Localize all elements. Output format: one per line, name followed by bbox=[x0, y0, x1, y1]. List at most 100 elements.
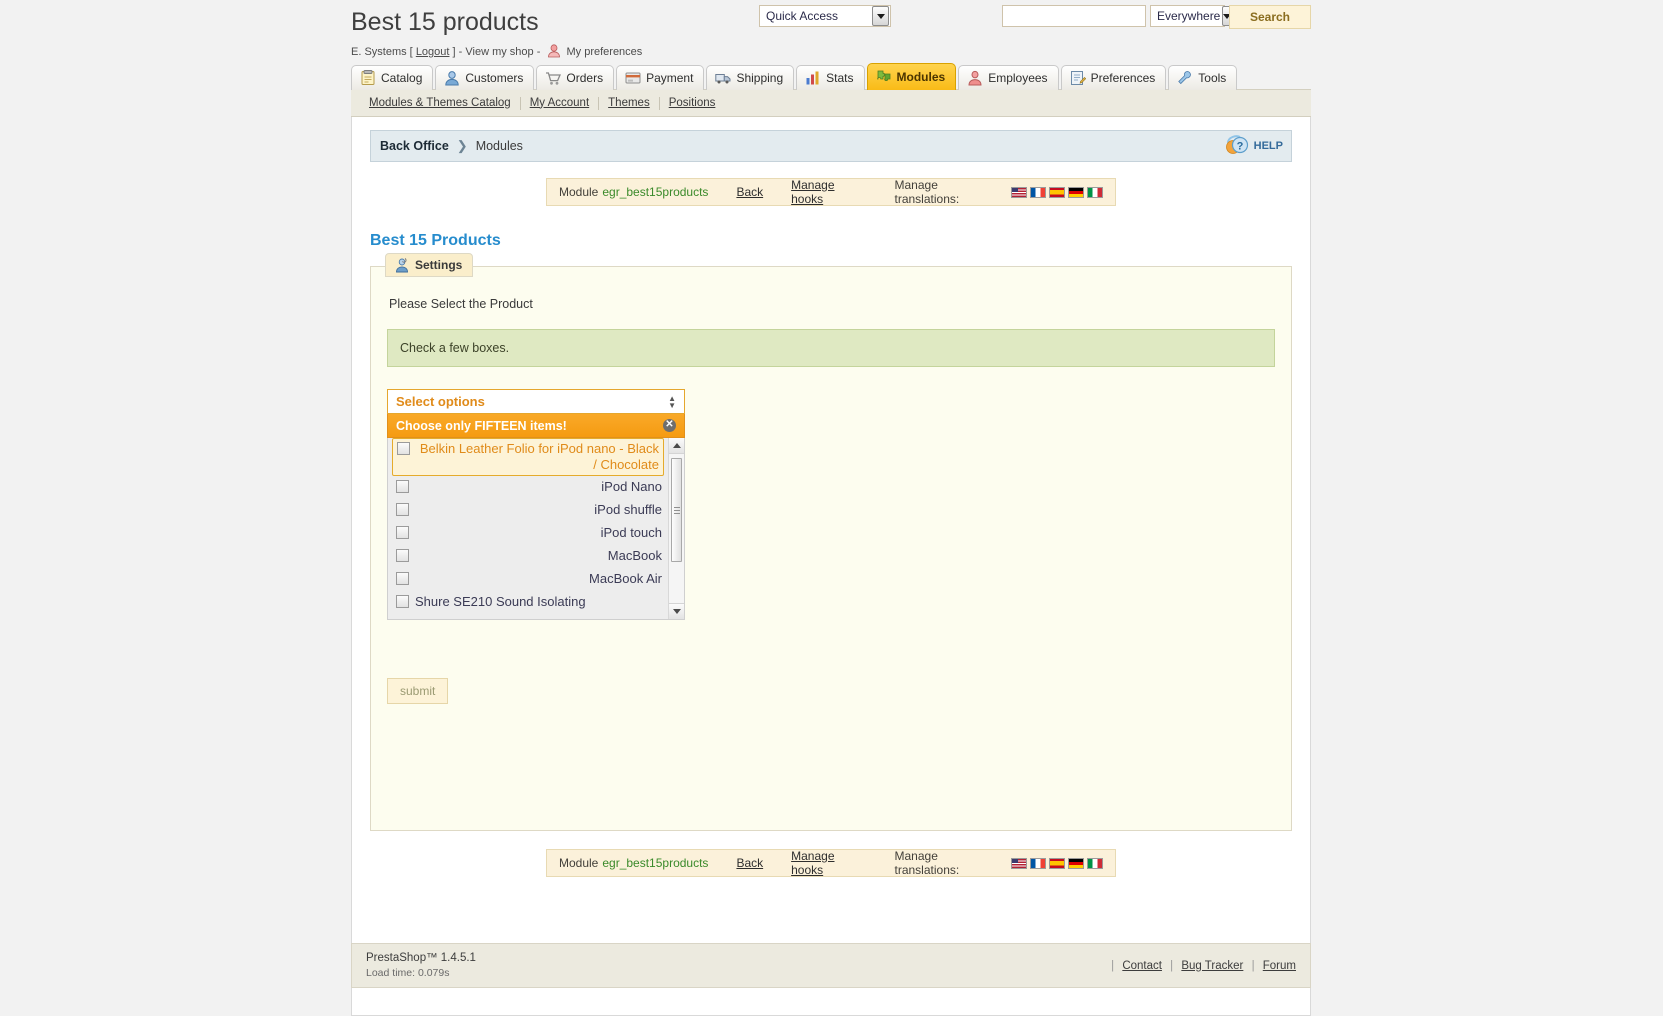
submenu-item-my-account[interactable]: My Account bbox=[521, 97, 599, 110]
breadcrumb-separator-icon: ❯ bbox=[457, 138, 468, 154]
search-button[interactable]: Search bbox=[1229, 5, 1311, 29]
flag-de-icon[interactable] bbox=[1068, 187, 1084, 198]
quick-access-wrapper: Quick Access bbox=[759, 5, 891, 27]
checkbox[interactable] bbox=[396, 503, 409, 516]
tools-icon bbox=[1177, 70, 1193, 86]
breadcrumb-root[interactable]: Back Office bbox=[380, 139, 449, 153]
my-preferences-link[interactable]: My preferences bbox=[566, 46, 642, 58]
checkbox[interactable] bbox=[396, 595, 409, 608]
page-footer: PrestaShop™ 1.4.5.1 Load time: 0.079s | … bbox=[351, 943, 1311, 988]
module-bar-bottom: Module egr_best15products Back Manage ho… bbox=[546, 849, 1116, 877]
scrollbar-track[interactable] bbox=[669, 454, 685, 603]
load-time: Load time: 0.079s bbox=[366, 966, 476, 981]
checkbox[interactable] bbox=[396, 549, 409, 562]
checkbox[interactable] bbox=[396, 572, 409, 585]
list-item[interactable]: iPod shuffle bbox=[388, 499, 668, 522]
scroll-down-button[interactable] bbox=[669, 603, 685, 619]
chevron-down-icon[interactable] bbox=[872, 6, 889, 26]
employees-icon bbox=[967, 70, 983, 86]
stats-icon bbox=[805, 70, 821, 86]
prestashop-version: PrestaShop™ 1.4.5.1 bbox=[366, 951, 476, 966]
flag-us-icon[interactable] bbox=[1011, 187, 1027, 198]
notice-message: Check a few boxes. bbox=[387, 329, 1275, 367]
manage-hooks-link[interactable]: Manage hooks bbox=[791, 178, 868, 206]
tab-shipping[interactable]: Shipping bbox=[706, 65, 794, 90]
quick-access-label: Quick Access bbox=[766, 9, 846, 23]
search-scope-label: Everywhere bbox=[1157, 9, 1222, 23]
tab-label: Modules bbox=[897, 70, 946, 84]
settings-fieldset: Settings Please Select the Product Check… bbox=[370, 266, 1292, 831]
flag-es-icon[interactable] bbox=[1049, 187, 1065, 198]
search-scope-select[interactable]: Everywhere bbox=[1150, 5, 1225, 27]
submenu-item-modules-themes-catalog[interactable]: Modules & Themes Catalog bbox=[360, 97, 521, 110]
list-item[interactable]: iPod Nano bbox=[388, 476, 668, 499]
flag-it-icon[interactable] bbox=[1087, 187, 1103, 198]
checkbox[interactable] bbox=[397, 442, 410, 455]
tab-orders[interactable]: Orders bbox=[536, 65, 614, 90]
main-tab-bar: Catalog Customers Orders Payment Shippin… bbox=[351, 62, 1239, 90]
scroll-up-button[interactable] bbox=[669, 438, 685, 454]
flag-es-icon[interactable] bbox=[1049, 858, 1065, 869]
multiselect-toggle[interactable]: Select options ▲ ▼ bbox=[387, 389, 685, 414]
submenu-item-themes[interactable]: Themes bbox=[599, 97, 660, 110]
submit-button[interactable]: submit bbox=[387, 678, 448, 704]
checkbox[interactable] bbox=[396, 480, 409, 493]
tab-stats[interactable]: Stats bbox=[796, 65, 864, 90]
flag-it-icon[interactable] bbox=[1087, 858, 1103, 869]
flag-fr-icon[interactable] bbox=[1030, 187, 1046, 198]
help-icon: ? bbox=[1225, 134, 1249, 159]
contact-link[interactable]: Contact bbox=[1122, 960, 1162, 972]
list-scrollbar[interactable] bbox=[668, 438, 684, 619]
tab-customers[interactable]: Customers bbox=[435, 65, 534, 90]
orders-icon bbox=[545, 70, 561, 86]
close-icon[interactable]: ✕ bbox=[663, 419, 676, 432]
search-wrapper: Everywhere Search bbox=[1002, 5, 1311, 29]
field-label: Please Select the Product bbox=[389, 297, 1275, 311]
user-name: E. Systems [ bbox=[351, 46, 413, 58]
footer-separator: | bbox=[1252, 960, 1255, 972]
tab-label: Customers bbox=[465, 71, 523, 85]
back-link[interactable]: Back bbox=[736, 856, 763, 870]
tab-tools[interactable]: Tools bbox=[1168, 65, 1237, 90]
scrollbar-thumb[interactable] bbox=[671, 458, 682, 562]
footer-left: PrestaShop™ 1.4.5.1 Load time: 0.079s bbox=[366, 951, 476, 981]
list-item-label: Belkin Leather Folio for iPod nano - Bla… bbox=[416, 441, 659, 473]
checkbox[interactable] bbox=[396, 526, 409, 539]
list-item-label: iPod Nano bbox=[415, 479, 662, 495]
list-item[interactable]: Belkin Leather Folio for iPod nano - Bla… bbox=[392, 438, 664, 476]
tab-catalog[interactable]: Catalog bbox=[351, 65, 433, 90]
main-content: Back Office ❯ Modules ? HELP Module egr_… bbox=[351, 117, 1311, 992]
tab-modules[interactable]: Modules bbox=[867, 63, 957, 90]
quick-access-select[interactable]: Quick Access bbox=[759, 5, 891, 27]
tab-label: Preferences bbox=[1091, 71, 1156, 85]
tab-preferences[interactable]: Preferences bbox=[1061, 65, 1167, 90]
list-item[interactable]: iPod touch bbox=[388, 522, 668, 545]
flag-fr-icon[interactable] bbox=[1030, 858, 1046, 869]
search-input[interactable] bbox=[1002, 5, 1146, 27]
list-item[interactable]: MacBook Air bbox=[388, 568, 668, 591]
module-page-title: Best 15 Products bbox=[370, 232, 1292, 250]
settings-legend: Settings bbox=[385, 253, 473, 277]
module-name: egr_best15products bbox=[602, 185, 708, 199]
back-link[interactable]: Back bbox=[736, 185, 763, 199]
flag-de-icon[interactable] bbox=[1068, 858, 1084, 869]
multiselect-banner: Choose only FIFTEEN items! ✕ bbox=[387, 414, 685, 438]
tab-label: Employees bbox=[988, 71, 1047, 85]
submenu-item-positions[interactable]: Positions bbox=[660, 97, 725, 110]
flag-us-icon[interactable] bbox=[1011, 858, 1027, 869]
tab-employees[interactable]: Employees bbox=[958, 65, 1058, 90]
module-label: Module bbox=[559, 856, 598, 870]
tab-payment[interactable]: Payment bbox=[616, 65, 704, 90]
spinner-arrows-icon[interactable]: ▲ ▼ bbox=[668, 395, 676, 409]
manage-hooks-link[interactable]: Manage hooks bbox=[791, 849, 868, 877]
list-item[interactable]: Shure SE210 Sound Isolating bbox=[388, 591, 668, 614]
help-button[interactable]: ? HELP bbox=[1225, 134, 1283, 159]
forum-link[interactable]: Forum bbox=[1263, 960, 1296, 972]
list-item[interactable]: MacBook bbox=[388, 545, 668, 568]
tab-label: Stats bbox=[826, 71, 853, 85]
payment-icon bbox=[625, 70, 641, 86]
tab-label: Payment bbox=[646, 71, 693, 85]
logout-link[interactable]: Logout bbox=[416, 46, 450, 58]
svg-text:?: ? bbox=[1236, 140, 1243, 152]
bug-tracker-link[interactable]: Bug Tracker bbox=[1181, 960, 1243, 972]
